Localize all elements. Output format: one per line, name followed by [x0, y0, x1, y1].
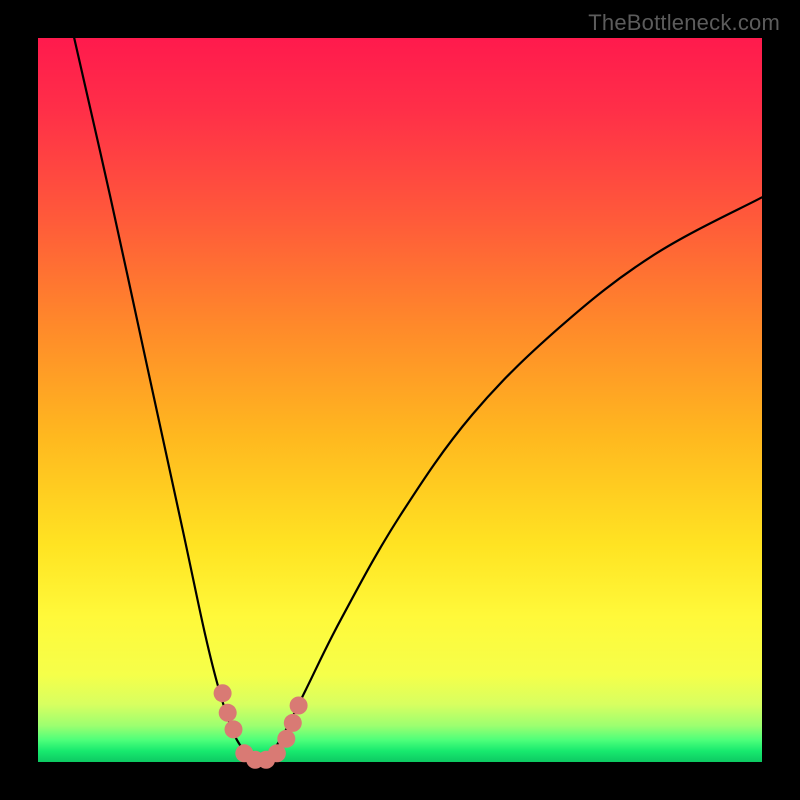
bottleneck-curve: [74, 38, 762, 762]
curve-marker: [284, 714, 302, 732]
curve-marker: [290, 697, 308, 715]
curve-marker: [277, 730, 295, 748]
curve-marker: [225, 720, 243, 738]
curve-marker: [219, 704, 237, 722]
plot-area: [38, 38, 762, 762]
watermark-text: TheBottleneck.com: [588, 10, 780, 36]
chart-frame: TheBottleneck.com: [0, 0, 800, 800]
marker-group: [214, 684, 308, 769]
curve-marker: [214, 684, 232, 702]
curve-layer: [38, 38, 762, 762]
